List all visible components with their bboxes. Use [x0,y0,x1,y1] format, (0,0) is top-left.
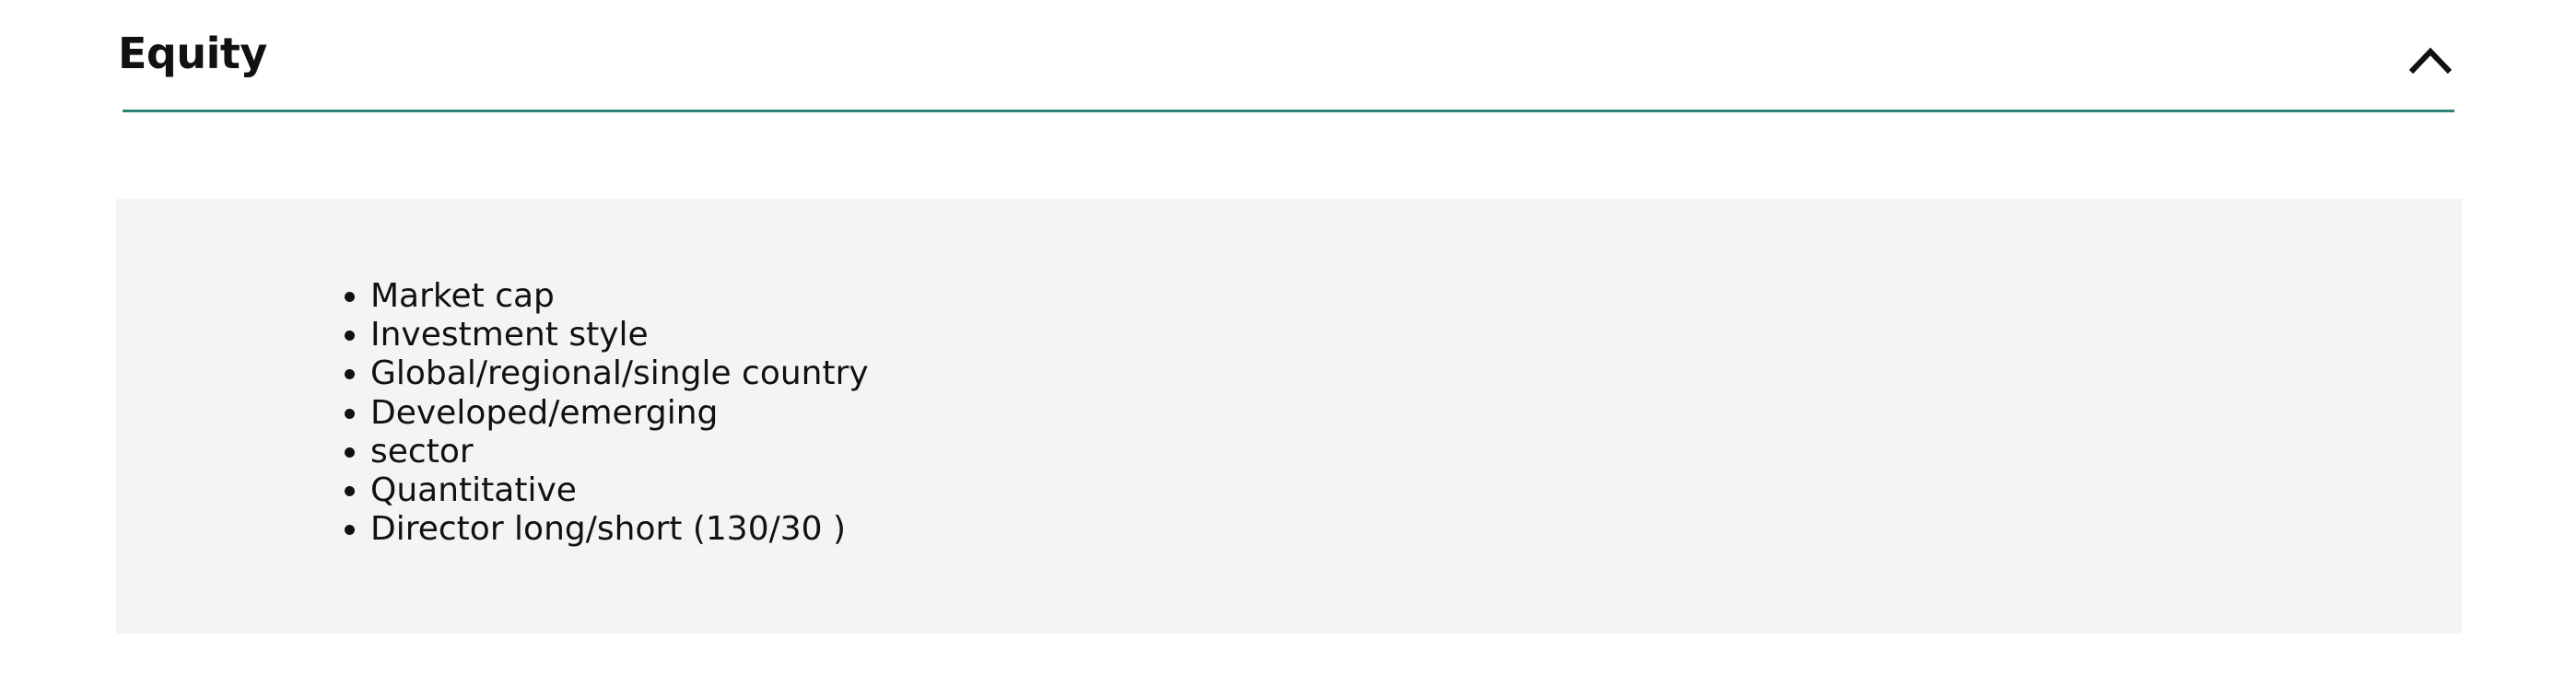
list-item: Quantitative [370,471,869,510]
accordion-panel: Market cap Investment style Global/regio… [116,199,2462,633]
accordion-header[interactable]: Equity [118,0,2458,110]
header-divider [123,110,2454,112]
chevron-up-icon [2408,47,2453,75]
list-item: Investment style [370,316,869,354]
equity-accordion: Equity Market cap Investment style Globa… [0,0,2576,685]
list-item: Director long/short (130/30 ) [370,510,869,549]
equity-bullet-list: Market cap Investment style Global/regio… [254,277,869,549]
collapse-toggle-button[interactable] [2403,37,2458,83]
list-item: Developed/emerging [370,394,869,433]
list-item: sector [370,433,869,471]
list-item: Market cap [370,277,869,316]
list-item: Global/regional/single country [370,354,869,393]
accordion-title: Equity [118,29,267,78]
